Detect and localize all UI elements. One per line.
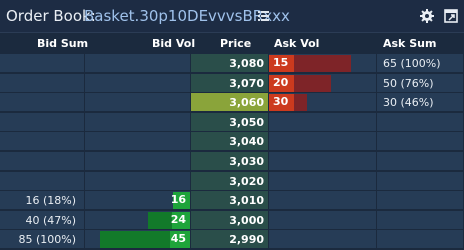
ask-sum-cell[interactable] xyxy=(377,230,464,250)
bid-vol-cell[interactable] xyxy=(85,54,191,73)
ask-sum-cell[interactable] xyxy=(377,191,464,211)
header-ask-vol[interactable]: Ask Vol xyxy=(274,37,319,50)
header-bid-sum[interactable]: Bid Sum xyxy=(37,37,88,50)
price-value: 3,000 xyxy=(229,213,264,227)
price-value: 3,070 xyxy=(229,76,264,90)
bid-vol-cell[interactable] xyxy=(85,152,191,171)
bid-sum-cell[interactable]: 85 (100%) xyxy=(0,230,85,250)
bid-vol-value: 45 xyxy=(170,232,186,246)
ask-sum-value: 50 (76%) xyxy=(383,76,434,90)
price-value: 3,080 xyxy=(229,57,264,70)
price-cell[interactable]: 3,080 xyxy=(191,54,269,73)
header-ask-sum[interactable]: Ask Sum xyxy=(383,37,436,50)
ask-vol-cell[interactable] xyxy=(269,171,377,191)
ask-sum-cell[interactable] xyxy=(377,210,464,230)
price-cell[interactable]: 3,020 xyxy=(191,171,269,191)
bid-sum-cell[interactable] xyxy=(0,54,85,73)
popout-icon[interactable] xyxy=(444,9,458,23)
price-value: 2,990 xyxy=(229,233,264,247)
list-icon[interactable] xyxy=(258,11,269,21)
order-book-row[interactable]: 3,020 xyxy=(0,171,464,191)
ask-sum-cell[interactable] xyxy=(377,132,464,152)
bid-vol-cell[interactable]: 45 xyxy=(85,230,191,250)
ask-sum-cell[interactable] xyxy=(377,171,464,191)
order-book-row[interactable]: 85 (100%) 45 2,990 xyxy=(0,230,464,250)
bid-vol-cell[interactable] xyxy=(85,171,191,191)
ask-vol-value: 15 xyxy=(273,56,289,69)
header-price[interactable]: Price xyxy=(220,37,251,50)
bid-sum-cell[interactable] xyxy=(0,93,85,113)
price-value: 3,040 xyxy=(229,135,264,149)
bid-vol-cell[interactable]: 24 xyxy=(85,210,191,230)
bid-vol-value: 24 xyxy=(170,212,186,226)
ask-vol-cell[interactable]: 30 xyxy=(269,93,377,113)
price-cell[interactable]: 3,050 xyxy=(191,112,269,132)
bid-vol-cell[interactable] xyxy=(85,132,191,152)
ask-vol-value: 20 xyxy=(273,75,289,89)
ask-vol-cell[interactable] xyxy=(269,112,377,132)
ask-vol-value: 30 xyxy=(273,95,289,109)
bid-vol-cell[interactable] xyxy=(85,112,191,132)
ask-vol-cell[interactable] xyxy=(269,152,377,171)
price-cell[interactable]: 3,030 xyxy=(191,152,269,171)
ask-vol-cell[interactable]: 15 xyxy=(269,54,377,73)
ask-sum-cell[interactable] xyxy=(377,152,464,171)
ask-sum-cell[interactable]: 65 (100%) xyxy=(377,54,464,73)
price-value: 3,020 xyxy=(229,174,264,188)
bid-sum-cell[interactable] xyxy=(0,73,85,93)
bid-sum-cell[interactable] xyxy=(0,112,85,132)
ask-sum-value: 65 (100%) xyxy=(383,57,441,70)
ask-vol-cell[interactable] xyxy=(269,230,377,250)
ask-sum-cell[interactable]: 50 (76%) xyxy=(377,73,464,93)
order-book-row[interactable]: 3,060 30 30 (46%) xyxy=(0,93,464,113)
bid-sum-cell[interactable] xyxy=(0,171,85,191)
price-cell[interactable]: 3,000 xyxy=(191,210,269,230)
bid-vol-cell[interactable] xyxy=(85,93,191,113)
price-value: 3,010 xyxy=(229,194,264,208)
price-value: 3,050 xyxy=(229,115,264,129)
bid-vol-cell[interactable] xyxy=(85,73,191,93)
order-book-row[interactable]: 40 (47%) 24 3,000 xyxy=(0,210,464,230)
bid-sum-value: 40 (47%) xyxy=(25,213,76,227)
column-header-row: Bid Sum Bid Vol Price Ask Vol Ask Sum xyxy=(0,34,464,54)
ask-vol-cell[interactable] xyxy=(269,191,377,211)
title-bar: Order Book: Basket.30p10DEvvvsBRxxx xyxy=(0,0,464,33)
price-cell[interactable]: 3,060 xyxy=(191,93,269,113)
price-cell[interactable]: 3,010 xyxy=(191,191,269,211)
ask-sum-cell[interactable]: 30 (46%) xyxy=(377,93,464,113)
ask-vol-cell[interactable] xyxy=(269,210,377,230)
ask-vol-cell[interactable]: 20 xyxy=(269,73,377,93)
order-book-row[interactable]: 3,040 xyxy=(0,132,464,152)
order-book-row[interactable]: 16 (18%) 16 3,010 xyxy=(0,191,464,211)
bid-sum-cell[interactable] xyxy=(0,132,85,152)
bid-vol-cell[interactable]: 16 xyxy=(85,191,191,211)
ask-sum-value: 30 (46%) xyxy=(383,96,434,110)
bid-sum-cell[interactable]: 16 (18%) xyxy=(0,191,85,211)
ask-sum-cell[interactable] xyxy=(377,112,464,132)
header-bid-vol[interactable]: Bid Vol xyxy=(152,37,195,50)
ask-vol-cell[interactable] xyxy=(269,132,377,152)
bid-sum-cell[interactable] xyxy=(0,152,85,171)
bid-sum-cell[interactable]: 40 (47%) xyxy=(0,210,85,230)
bid-vol-value: 16 xyxy=(170,193,186,207)
price-cell[interactable]: 3,040 xyxy=(191,132,269,152)
order-book-row[interactable]: 3,030 xyxy=(0,152,464,171)
bid-sum-value: 16 (18%) xyxy=(25,194,76,208)
price-cell[interactable]: 3,070 xyxy=(191,73,269,93)
bid-sum-value: 85 (100%) xyxy=(18,233,76,247)
order-book-row[interactable]: 3,070 20 50 (76%) xyxy=(0,73,464,93)
price-value: 3,030 xyxy=(229,155,264,168)
price-value: 3,060 xyxy=(229,96,264,110)
order-book-row[interactable]: 3,050 xyxy=(0,112,464,132)
order-book-row[interactable]: 3,080 15 65 (100%) xyxy=(0,54,464,73)
price-cell[interactable]: 2,990 xyxy=(191,230,269,250)
gear-icon[interactable] xyxy=(420,9,434,23)
order-book-table: Bid Sum Bid Vol Price Ask Vol Ask Sum 3,… xyxy=(0,34,464,250)
order-book-label: Order Book: xyxy=(6,7,96,25)
